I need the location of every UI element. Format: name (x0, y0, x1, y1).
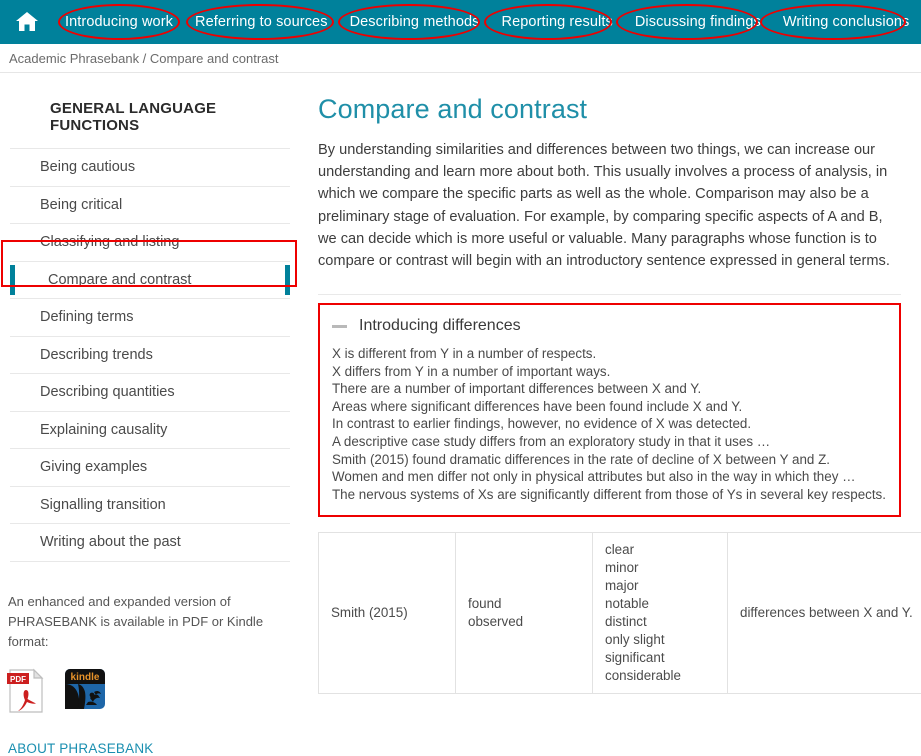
accordion-header[interactable]: Introducing differences (330, 315, 889, 345)
phrase-item: Women and men differ not only in physica… (330, 468, 889, 486)
home-icon (15, 11, 39, 33)
table-cell-line: distinct (605, 613, 715, 631)
format-icons: PDF (0, 652, 300, 719)
pdf-icon: PDF (6, 701, 46, 718)
table-cell-adjectives: clear minor major notable distinct only … (593, 533, 728, 694)
pdf-download-link[interactable]: PDF (6, 668, 46, 719)
breadcrumb: Academic Phrasebank / Compare and contra… (0, 44, 921, 73)
phrase-item: X differs from Y in a number of importan… (330, 363, 889, 381)
nav-link-discussing-findings[interactable]: Discussing findings (624, 0, 772, 44)
sidebar-item-being-critical[interactable]: Being critical (10, 187, 290, 225)
phrase-item: X is different from Y in a number of res… (330, 345, 889, 363)
phrase-pattern-table: Smith (2015) found observed clear minor … (318, 532, 921, 694)
svg-text:kindle: kindle (71, 672, 100, 683)
table-cell-line: observed (468, 613, 580, 631)
sidebar-menu: Being cautious Being critical Classifyin… (10, 149, 290, 562)
table-cell-citation: Smith (2015) (319, 533, 456, 694)
section-divider (318, 294, 901, 295)
sidebar-item-describing-trends[interactable]: Describing trends (10, 337, 290, 375)
phrase-item: There are a number of important differen… (330, 380, 889, 398)
sidebar-item-signalling-transition[interactable]: Signalling transition (10, 487, 290, 525)
phrase-list: X is different from Y in a number of res… (330, 345, 889, 503)
table-cell-verbs: found observed (456, 533, 593, 694)
phrase-item: In contrast to earlier findings, however… (330, 415, 889, 433)
phrase-item: Areas where significant differences have… (330, 398, 889, 416)
sidebar-item-giving-examples[interactable]: Giving examples (10, 449, 290, 487)
sidebar-item-compare-and-contrast[interactable]: Compare and contrast (10, 262, 290, 300)
table-cell-line: considerable (605, 667, 715, 685)
nav-link-writing-conclusions[interactable]: Writing conclusions (772, 0, 921, 44)
phrase-item: The nervous systems of Xs are significan… (330, 486, 889, 504)
table-cell-line: Smith (2015) (331, 604, 443, 622)
table-row: Smith (2015) found observed clear minor … (319, 533, 921, 694)
svg-text:PDF: PDF (10, 675, 26, 684)
sidebar: GENERAL LANGUAGE FUNCTIONS Being cautiou… (0, 74, 300, 715)
promo-line-2: PHRASEBANK is available in PDF or Kindle… (8, 612, 290, 652)
table-cell-line: minor (605, 559, 715, 577)
about-phrasebank-link[interactable]: ABOUT PHRASEBANK (0, 719, 300, 756)
top-navigation-bar: Introducing work Referring to sources De… (0, 0, 921, 44)
table-cell-line: differences between X and Y. (740, 604, 921, 622)
main-content: Compare and contrast By understanding si… (300, 74, 921, 715)
accordion-introducing-differences: Introducing differences X is different f… (318, 303, 901, 517)
sidebar-item-explaining-causality[interactable]: Explaining causality (10, 412, 290, 450)
minus-icon[interactable] (332, 325, 347, 328)
nav-link-describing-methods[interactable]: Describing methods (339, 0, 491, 44)
table-cell-line: only slight (605, 631, 715, 649)
promo-text: An enhanced and expanded version of PHRA… (0, 562, 300, 652)
sidebar-item-classifying-and-listing[interactable]: Classifying and listing (10, 224, 290, 262)
page-title: Compare and contrast (318, 94, 901, 125)
nav-link-reporting-results[interactable]: Reporting results (491, 0, 624, 44)
table-cell-line: major (605, 577, 715, 595)
table-cell-line: notable (605, 595, 715, 613)
sidebar-item-being-cautious[interactable]: Being cautious (10, 149, 290, 187)
content-area: GENERAL LANGUAGE FUNCTIONS Being cautiou… (0, 74, 921, 715)
sidebar-item-defining-terms[interactable]: Defining terms (10, 299, 290, 337)
sidebar-item-describing-quantities[interactable]: Describing quantities (10, 374, 290, 412)
phrase-item: Smith (2015) found dramatic differences … (330, 451, 889, 469)
table-cell-object: differences between X and Y. (728, 533, 921, 694)
home-button[interactable] (0, 0, 54, 44)
table-cell-line: clear (605, 541, 715, 559)
table-cell-line: found (468, 595, 580, 613)
promo-line-1: An enhanced and expanded version of (8, 592, 290, 612)
nav-link-introducing-work[interactable]: Introducing work (54, 0, 184, 44)
phrase-item: A descriptive case study differs from an… (330, 433, 889, 451)
sidebar-title: GENERAL LANGUAGE FUNCTIONS (10, 74, 290, 149)
table-cell-line: significant (605, 649, 715, 667)
top-nav-links: Introducing work Referring to sources De… (54, 0, 921, 44)
intro-paragraph: By understanding similarities and differ… (318, 139, 901, 272)
kindle-download-link[interactable]: kindle (64, 668, 106, 715)
kindle-icon: kindle (64, 697, 106, 714)
nav-link-referring-to-sources[interactable]: Referring to sources (184, 0, 339, 44)
accordion-heading-label: Introducing differences (359, 317, 521, 335)
sidebar-item-writing-about-the-past[interactable]: Writing about the past (10, 524, 290, 562)
